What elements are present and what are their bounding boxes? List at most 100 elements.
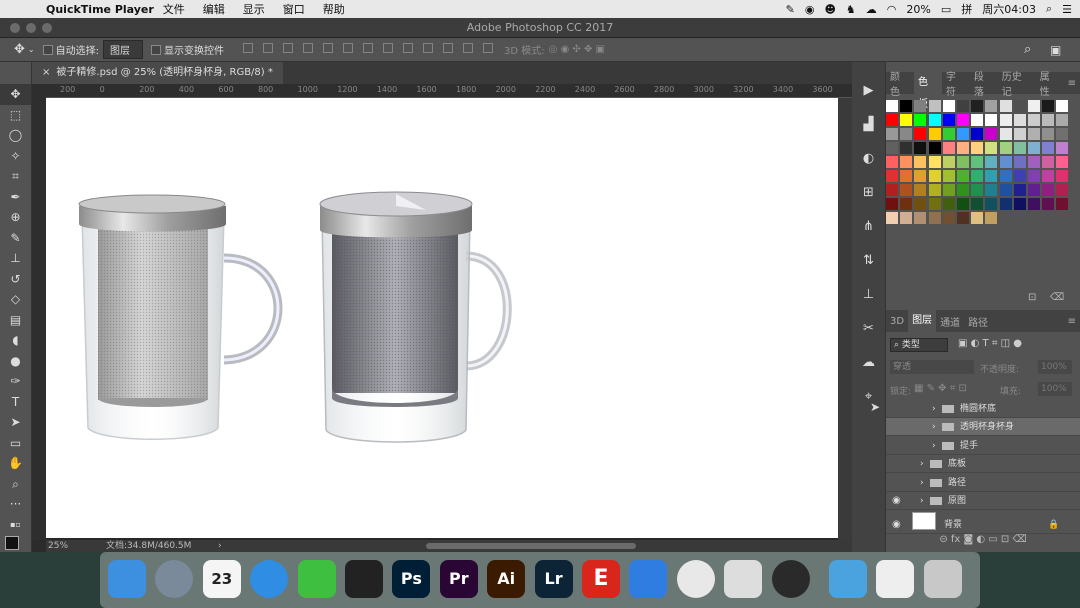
color-swatch[interactable] [928,170,941,182]
pen-status-icon[interactable]: ✎ [786,3,795,16]
color-swatch[interactable] [985,212,998,224]
chevron-down-icon[interactable]: ⌄ [28,45,35,54]
color-swatch[interactable] [1056,142,1069,154]
align-vcenter-icon[interactable] [262,43,273,53]
tab-properties[interactable]: 属性 [1036,68,1064,98]
auto-select-dropdown[interactable]: 图层 [102,40,143,59]
zoom-tool[interactable]: ⌕ [0,474,31,495]
color-swatch[interactable] [971,212,984,224]
illustrator-icon[interactable]: Ai [487,560,526,598]
preview-icon[interactable] [876,560,915,598]
color-swatch[interactable] [1042,184,1055,196]
align-left-icon[interactable] [302,43,313,53]
color-swatch[interactable] [971,170,984,182]
color-swatch[interactable] [886,198,898,210]
layer-row[interactable]: › 底板 [886,455,1080,474]
document-canvas[interactable] [46,98,838,538]
battery-icon[interactable]: ▭ [941,3,951,16]
color-swatch[interactable] [971,114,984,126]
search-icon[interactable]: ⌕ [1024,42,1031,57]
color-swatch[interactable] [886,156,898,168]
color-swatch[interactable] [999,156,1012,168]
tab-paths[interactable]: 路径 [964,314,992,329]
color-swatch[interactable] [985,100,998,112]
color-swatch[interactable] [957,114,969,126]
expand-chevron-icon[interactable]: › [932,418,936,436]
e-app-icon[interactable]: E [582,560,620,598]
color-swatch[interactable] [1056,170,1069,182]
color-swatch[interactable] [914,142,927,154]
color-swatch[interactable] [1028,100,1040,112]
feather-icon[interactable] [724,560,763,598]
brush-settings-icon[interactable]: ⋔ [852,210,885,244]
color-swatch[interactable] [886,142,898,154]
color-swatch[interactable] [1013,128,1026,140]
visibility-eye-icon[interactable]: ◉ [892,492,901,510]
layers-footer-icons[interactable]: ⊝ fx ◙ ◐ ▭ ⊡ ⌫ [886,530,1080,550]
menu-view[interactable]: 显示 [243,1,265,17]
color-swatch[interactable] [928,100,941,112]
lock-icons[interactable]: ▦ ✎ ✥ ⌗ ⊡ [914,383,967,394]
color-swatch[interactable] [985,128,998,140]
color-swatch[interactable] [914,128,927,140]
color-swatch[interactable] [942,114,955,126]
menu-edit[interactable]: 编辑 [203,1,225,17]
color-swatch[interactable] [886,114,898,126]
color-swatch[interactable] [942,142,955,154]
eraser-tool[interactable]: ◇ [0,289,31,310]
color-swatch[interactable] [1013,100,1026,112]
hand-tool[interactable]: ✋ [0,453,31,474]
layers-menu-icon[interactable]: ≡ [1064,316,1080,327]
histogram-icon[interactable]: ▟ [852,108,885,142]
close-tab-icon[interactable]: × [42,67,50,78]
color-swatch[interactable] [999,184,1012,196]
zoom-level[interactable]: 25% [48,540,68,552]
distribute-left-icon[interactable] [422,43,433,53]
color-swatch[interactable] [1042,100,1055,112]
move-tool-icon[interactable]: ✥ [14,42,25,57]
color-swatch[interactable] [928,184,941,196]
lasso-tool[interactable]: ◯ [0,125,31,146]
color-swatch[interactable] [999,198,1012,210]
tab-history[interactable]: 历史记 [998,68,1036,98]
color-swatch[interactable] [1042,142,1055,154]
play-action-icon[interactable]: ▶ [852,74,885,108]
color-swap-icon[interactable]: ▪▫ [0,515,31,536]
color-swatch[interactable] [971,156,984,168]
new-swatch-icon[interactable]: ⊡ [1028,292,1036,303]
type-tool[interactable]: T [0,392,31,413]
path-selection-tool[interactable]: ➤ [0,412,31,433]
tab-channels[interactable]: 通道 [936,314,964,329]
zoom-window-button[interactable] [42,23,52,33]
wechat-icon[interactable] [297,560,336,598]
foreground-color[interactable] [5,536,19,550]
expand-chevron-icon[interactable]: › [920,455,924,473]
color-swatch[interactable] [900,100,913,112]
color-swatch[interactable] [1056,128,1069,140]
color-swatch[interactable] [900,212,913,224]
layer-row[interactable]: ◉ › 原图 [886,492,1080,510]
color-swatch[interactable] [900,114,913,126]
color-swatch[interactable] [928,128,941,140]
move-tool[interactable]: ✥ [0,84,31,105]
eyedropper-tool[interactable]: ✒ [0,187,31,208]
color-swatch[interactable] [900,128,913,140]
color-swatch[interactable] [999,142,1012,154]
photoshop-icon[interactable]: Ps [392,560,431,598]
align-bottom-icon[interactable] [282,43,293,53]
color-swatch[interactable] [1042,156,1055,168]
color-swatch[interactable] [914,184,927,196]
color-swatch[interactable] [942,170,955,182]
color-swatch[interactable] [985,170,998,182]
color-swatch[interactable] [957,212,969,224]
color-swatch[interactable] [957,198,969,210]
color-swatch[interactable] [999,114,1012,126]
fill-field[interactable]: 100% [1038,382,1072,396]
downloads-icon[interactable] [829,560,867,598]
color-swatch[interactable] [971,142,984,154]
layer-row[interactable]: › 提手 [886,436,1080,455]
cat-icon[interactable]: ☻ [824,3,835,16]
color-swatch[interactable] [985,142,998,154]
color-swatch[interactable] [971,100,984,112]
color-swatch[interactable] [957,142,969,154]
